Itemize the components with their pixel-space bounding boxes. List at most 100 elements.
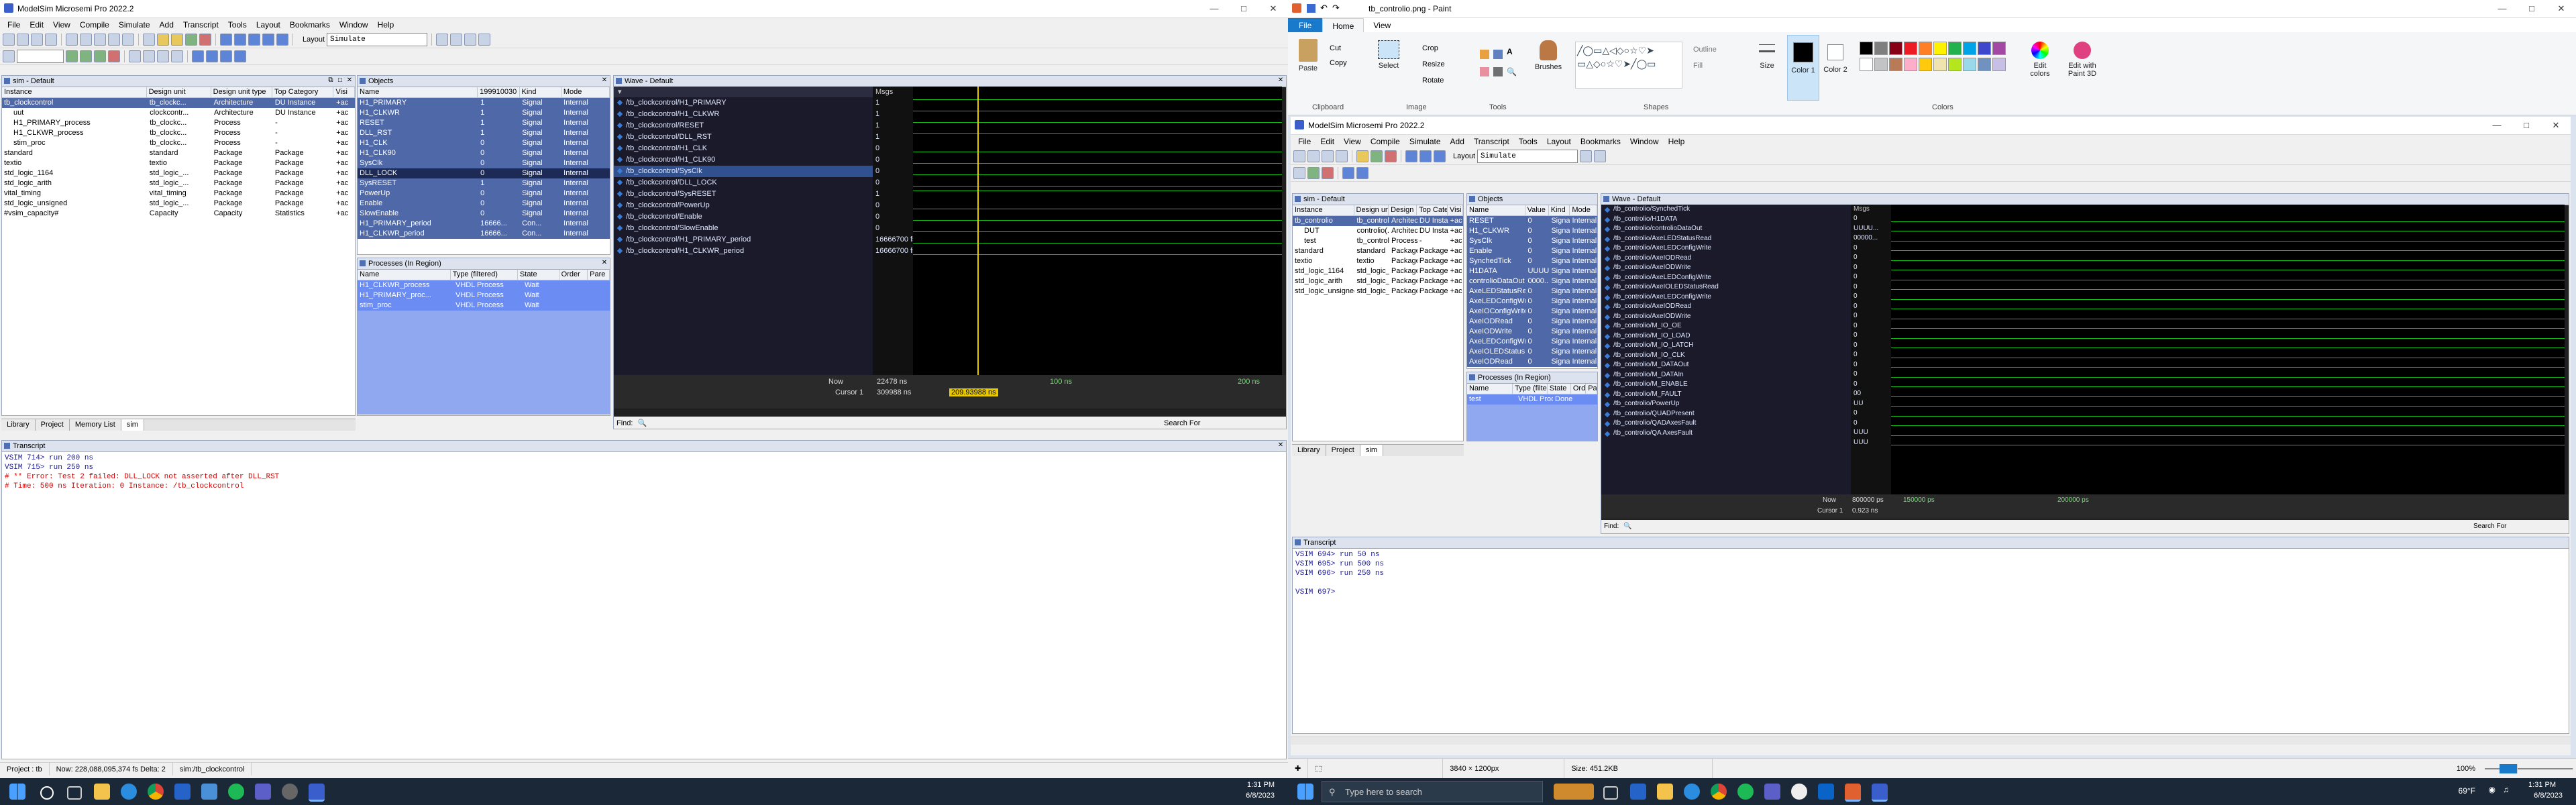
find-icon[interactable] (143, 34, 155, 46)
text-tool-icon[interactable]: A (1507, 47, 1513, 56)
edge-icon[interactable] (121, 784, 137, 800)
wave-signal-row[interactable]: /tb_clockcontrol/PowerUp (614, 200, 873, 211)
pane-close-icon[interactable]: ✕ (600, 76, 608, 85)
process-row[interactable]: H1_CLKWR_process VHDL Process Wait (358, 280, 610, 290)
tab-home[interactable]: Home (1322, 18, 1364, 33)
pane-undock-icon[interactable]: ⧉ (327, 76, 335, 85)
tab-memory-list[interactable]: Memory List (69, 419, 121, 431)
transcript-text[interactable]: VSIM 714> run 200 ns VSIM 715> run 250 ns… (2, 452, 1286, 492)
menu-item-add[interactable]: Add (155, 18, 178, 32)
task-view-icon[interactable] (67, 786, 82, 800)
sim-row[interactable]: stim_proc tb_clockc... Process - +ac (2, 138, 355, 148)
wave-delete-icon[interactable] (157, 50, 169, 62)
menu-item-compile[interactable]: Compile (75, 18, 114, 32)
col-value[interactable]: 199910030 (478, 87, 520, 97)
print-icon[interactable] (45, 34, 57, 46)
sim-row[interactable]: H1_CLKWR_process tb_clockc... Process - +ac (2, 128, 355, 138)
sim-col-header[interactable]: Visi (333, 87, 355, 97)
palette-swatch[interactable] (1963, 42, 1976, 55)
palette-swatch[interactable] (1874, 42, 1888, 55)
save-icon[interactable] (31, 34, 43, 46)
menu-item-file[interactable]: File (3, 18, 25, 32)
modelsim-taskbar-icon[interactable] (309, 784, 325, 802)
spotify-icon[interactable] (1737, 784, 1754, 800)
object-row[interactable]: H1_CLK90 0 Signal Internal (358, 148, 610, 158)
sim-row[interactable]: std_logic_arith std_logic_... Package Packa… (2, 178, 355, 189)
shapes-gallery[interactable]: ╱◯▭△◁◇○☆♡➤ ▭△◇○☆♡➤╱◯▭ (1575, 42, 1682, 89)
wave-add-icon[interactable] (143, 50, 155, 62)
pane-pin-icon[interactable] (616, 78, 622, 84)
find-prev-edge-icon[interactable] (206, 50, 218, 62)
minimize-icon[interactable]: — (2487, 0, 2517, 17)
maximize-icon[interactable]: □ (1229, 0, 1258, 17)
process-col-header[interactable]: Name (358, 270, 451, 280)
chrome-icon[interactable] (1711, 784, 1727, 800)
mail-icon[interactable] (174, 784, 191, 800)
pane-pin-icon[interactable] (360, 260, 366, 266)
object-row[interactable]: PowerUp 0 Signal Internal (358, 189, 610, 199)
palette-swatch[interactable] (1874, 58, 1888, 71)
sim-row[interactable]: std_logic_1164 std_logic_... Package Packag… (2, 168, 355, 178)
outline-button[interactable]: Outline (1693, 46, 1717, 54)
wave-signal-row[interactable]: /tb_clockcontrol/RESET (614, 120, 873, 131)
palette-swatch[interactable] (1904, 58, 1917, 71)
pane-pin-icon[interactable] (360, 78, 366, 84)
menu-item-help[interactable]: Help (373, 18, 399, 32)
object-row[interactable]: Enable 0 Signal Internal (358, 199, 610, 209)
wave-signal-row[interactable]: /tb_clockcontrol/SysRESET (614, 189, 873, 200)
zoom-full-icon[interactable] (478, 34, 491, 46)
simulate-icon[interactable] (185, 34, 197, 46)
maximize-icon[interactable]: □ (2517, 0, 2546, 17)
cut-icon[interactable] (66, 34, 78, 46)
tab-project[interactable]: Project (35, 419, 70, 431)
windows-start-icon[interactable] (9, 784, 25, 800)
select-button[interactable]: Select (1374, 35, 1403, 70)
redo-icon[interactable] (122, 34, 134, 46)
run-all-button-icon[interactable] (94, 50, 106, 62)
outlook-icon[interactable] (1818, 784, 1834, 800)
wave-cursor-icon[interactable] (129, 50, 141, 62)
palette-swatch[interactable] (1948, 58, 1962, 71)
palette-swatch[interactable] (1948, 42, 1962, 55)
menu-item-simulate[interactable]: Simulate (114, 18, 155, 32)
wave-signal-row[interactable]: /tb_clockcontrol/DLL_RST (614, 131, 873, 143)
eraser-icon[interactable] (1480, 67, 1489, 76)
pane-close-icon[interactable]: ✕ (1277, 76, 1285, 85)
edit-paint3d-button[interactable]: Edit with Paint 3D (2061, 35, 2104, 78)
fill-bucket-icon[interactable] (1493, 50, 1503, 59)
color1-button[interactable]: Color 1 (1787, 35, 1819, 101)
size-button[interactable]: Size (1754, 35, 1780, 70)
paint-canvas[interactable]: ModelSim Microsemi Pro 2022.2 — □ ✕ File… (1291, 117, 2571, 755)
wave-signal-row[interactable]: /tb_clockcontrol/SlowEnable (614, 223, 873, 234)
copy-button[interactable]: Copy (1330, 59, 1347, 67)
edge-icon[interactable] (1684, 784, 1700, 800)
search-for-dropdown[interactable]: Search For (1164, 417, 1200, 429)
teams-icon[interactable] (255, 784, 271, 800)
pane-pin-icon[interactable] (4, 443, 10, 449)
qat-save-icon[interactable] (1307, 4, 1316, 13)
wave-signal-row[interactable]: /tb_clockcontrol/H1_PRIMARY_period (614, 234, 873, 246)
network-icon[interactable]: ◉ (2489, 785, 2496, 794)
object-row[interactable]: DLL_RST 1 Signal Internal (358, 128, 610, 138)
store-icon[interactable] (201, 784, 217, 800)
object-row[interactable]: SlowEnable 0 Signal Internal (358, 209, 610, 219)
file-explorer-icon[interactable] (1657, 784, 1673, 800)
pane-close-icon[interactable]: ✕ (1277, 441, 1285, 449)
task-view-icon[interactable] (1603, 786, 1618, 800)
object-row[interactable]: H1_PRIMARY 1 Signal Internal (358, 98, 610, 108)
menu-item-edit[interactable]: Edit (25, 18, 48, 32)
wave-signal-row[interactable]: /tb_clockcontrol/SysClk (614, 166, 873, 177)
menu-item-transcript[interactable]: Transcript (178, 18, 223, 32)
palette-swatch[interactable] (1933, 42, 1947, 55)
pane-maximize-icon[interactable]: □ (336, 76, 344, 85)
delete-cursor-icon[interactable] (234, 50, 246, 62)
copy-icon[interactable] (80, 34, 92, 46)
palette-swatch[interactable] (1992, 42, 2006, 55)
crop-button[interactable]: Crop (1422, 44, 1438, 52)
run-all-icon[interactable] (276, 34, 288, 46)
sim-row[interactable]: #vsim_capacity# Capacity Capacity Statistic… (2, 209, 355, 219)
tab-file[interactable]: File (1288, 18, 1323, 33)
sim-row[interactable]: tb_clockcontrol tb_clockc... Architecture D… (2, 98, 355, 108)
process-col-header[interactable]: Order (559, 270, 588, 280)
menu-item-view[interactable]: View (48, 18, 75, 32)
